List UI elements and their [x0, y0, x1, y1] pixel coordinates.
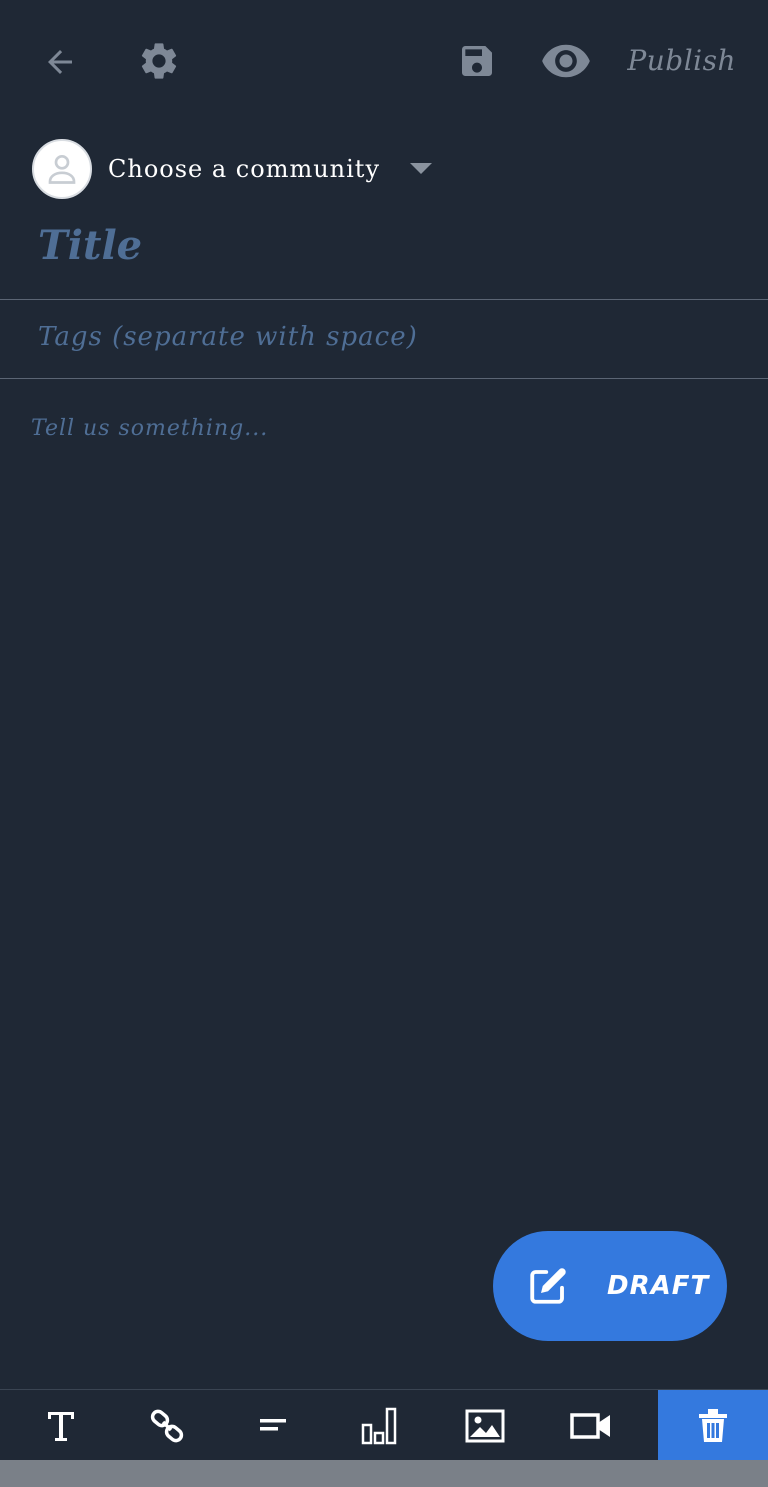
link-button[interactable] [126, 1390, 208, 1461]
text-format-button[interactable] [20, 1390, 102, 1461]
poll-chart-icon [361, 1407, 397, 1444]
system-navigation-bar [0, 1460, 768, 1487]
draft-button[interactable]: DRAFT [493, 1231, 727, 1341]
video-button[interactable] [550, 1390, 632, 1461]
delete-button[interactable] [658, 1390, 768, 1461]
title-input[interactable]: Title [38, 222, 142, 269]
gear-icon [141, 43, 177, 79]
align-text-button[interactable] [232, 1390, 314, 1461]
title-divider [0, 299, 768, 300]
arrow-left-icon [48, 50, 72, 74]
user-placeholder-icon [48, 155, 76, 184]
video-camera-icon [570, 1412, 610, 1439]
publish-button[interactable]: Publish [627, 44, 736, 77]
back-button[interactable] [36, 38, 84, 86]
community-selector[interactable]: Choose a community [32, 138, 433, 200]
tags-input[interactable]: Tags (separate with space) [38, 322, 418, 352]
post-editor-screen: Publish Choose a community Title Tags (s… [0, 0, 768, 1487]
settings-button[interactable] [134, 36, 184, 86]
tags-divider [0, 378, 768, 379]
draft-label: DRAFT [607, 1271, 710, 1301]
preview-button[interactable] [538, 36, 594, 86]
formatting-toolbar [0, 1389, 768, 1461]
floppy-disk-icon [462, 46, 492, 76]
community-label: Choose a community [108, 155, 381, 183]
save-button[interactable] [454, 38, 500, 84]
top-app-bar: Publish [0, 0, 768, 120]
edit-note-icon [530, 1268, 566, 1304]
body-input[interactable]: Tell us something... [31, 416, 268, 441]
eye-icon [542, 44, 590, 78]
caret-down-icon [410, 163, 433, 174]
avatar [32, 139, 92, 199]
trash-icon [699, 1408, 727, 1442]
align-text-icon [260, 1418, 286, 1430]
image-icon [465, 1409, 505, 1442]
link-icon [150, 1409, 184, 1442]
text-format-icon [48, 1411, 74, 1441]
poll-button[interactable] [338, 1390, 420, 1461]
image-button[interactable] [444, 1390, 526, 1461]
